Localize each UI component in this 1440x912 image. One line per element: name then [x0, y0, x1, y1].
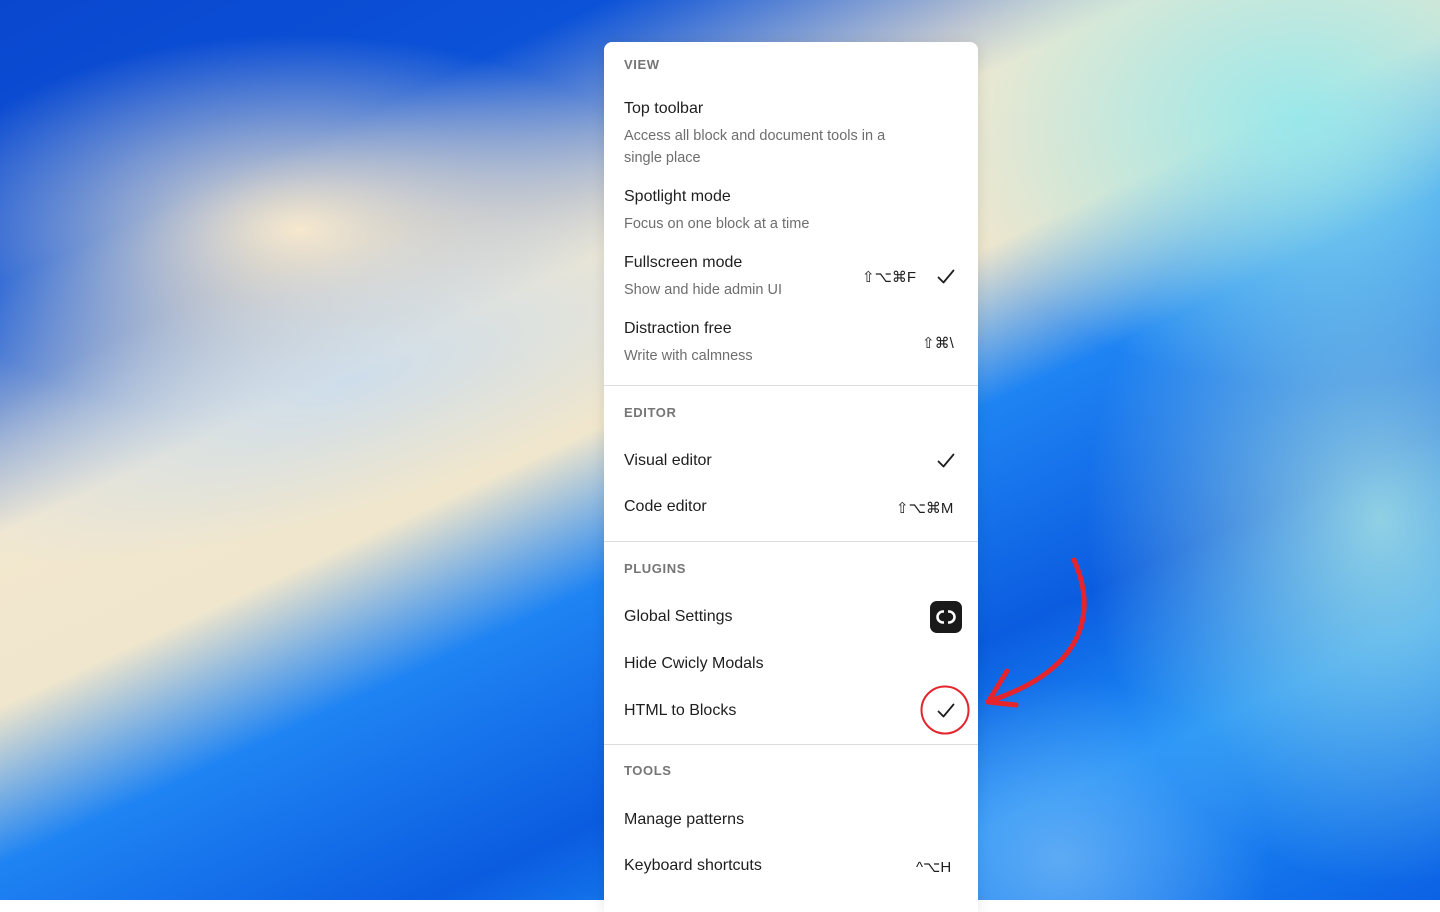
- section-divider: [604, 541, 978, 542]
- menu-item-hide-cwicly-modals[interactable]: Hide Cwicly Modals: [604, 645, 978, 683]
- menu-item-label: Visual editor: [624, 452, 712, 469]
- cwicly-logo-icon: [930, 601, 962, 633]
- checkmark-icon: [937, 703, 955, 718]
- menu-item-spotlight-mode[interactable]: Spotlight mode Focus on one block at a t…: [604, 182, 978, 238]
- menu-item-label: Distraction free: [624, 320, 732, 337]
- keyboard-shortcut: ⇧⌥⌘F: [862, 269, 917, 286]
- menu-item-global-settings[interactable]: Global Settings: [604, 598, 978, 636]
- keyboard-shortcut: ⇧⌘\: [922, 335, 954, 352]
- menu-item-description: Focus on one block at a time: [624, 216, 810, 232]
- menu-item-description: Access all block and document tools in a…: [624, 128, 886, 166]
- menu-item-label: Spotlight mode: [624, 188, 731, 205]
- keyboard-shortcut: ⇧⌥⌘M: [896, 500, 954, 517]
- menu-item-label: Keyboard shortcuts: [624, 857, 762, 874]
- checkmark-icon: [937, 269, 955, 284]
- menu-item-top-toolbar[interactable]: Top toolbar Access all block and documen…: [604, 94, 978, 172]
- menu-item-fullscreen-mode[interactable]: Fullscreen mode Show and hide admin UI ⇧…: [604, 248, 978, 304]
- keyboard-shortcut: ^⌥H: [916, 859, 952, 876]
- section-title-editor: EDITOR: [624, 405, 677, 420]
- menu-item-label: Top toolbar: [624, 100, 704, 117]
- menu-item-label: Global Settings: [624, 608, 733, 625]
- menu-item-keyboard-shortcuts[interactable]: Keyboard shortcuts ^⌥H: [604, 847, 978, 885]
- menu-item-description: Write with calmness: [624, 348, 753, 364]
- menu-item-visual-editor[interactable]: Visual editor: [604, 442, 978, 480]
- section-title-view: VIEW: [624, 57, 660, 72]
- menu-item-code-editor[interactable]: Code editor ⇧⌥⌘M: [604, 488, 978, 526]
- section-title-plugins: PLUGINS: [624, 561, 686, 576]
- menu-item-manage-patterns[interactable]: Manage patterns: [604, 801, 978, 839]
- checkmark-icon: [937, 453, 955, 468]
- menu-item-label: Manage patterns: [624, 811, 745, 828]
- section-divider: [604, 744, 978, 745]
- menu-item-label: HTML to Blocks: [624, 702, 737, 719]
- menu-item-html-to-blocks[interactable]: HTML to Blocks: [604, 692, 978, 730]
- menu-item-label: Hide Cwicly Modals: [624, 655, 764, 672]
- section-title-tools: TOOLS: [624, 763, 672, 778]
- options-menu: VIEW Top toolbar Access all block and do…: [604, 42, 978, 912]
- section-divider: [604, 385, 978, 386]
- menu-item-distraction-free[interactable]: Distraction free Write with calmness ⇧⌘\: [604, 314, 978, 370]
- menu-item-label: Code editor: [624, 498, 707, 515]
- menu-item-label: Fullscreen mode: [624, 254, 743, 271]
